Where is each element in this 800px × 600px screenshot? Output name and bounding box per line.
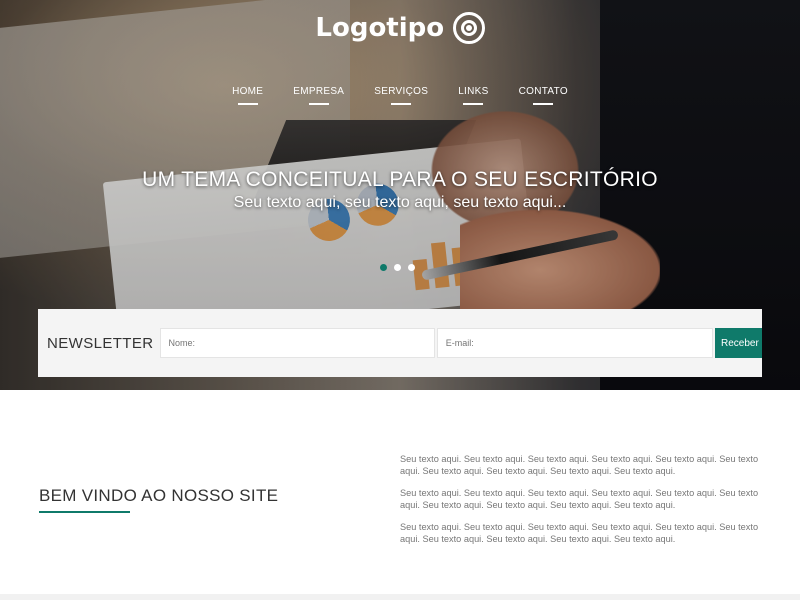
logo-text: Logotipo [315,13,445,43]
main-nav: HOME EMPRESA SERVIÇOS LINKS CONTATO [0,86,800,105]
nav-underline [391,103,412,105]
nav-underline [463,103,484,105]
nav-item-contato[interactable]: CONTATO [519,86,568,105]
nav-item-links[interactable]: LINKS [458,86,488,105]
newsletter-label: NEWSLETTER [47,334,154,352]
title-underline [39,511,130,513]
hero-title: UM TEMA CONCEITUAL PARA O SEU ESCRITÓRIO [142,168,658,191]
target-icon [452,12,485,44]
nav-item-label: HOME [232,86,264,97]
nav-underline [308,103,329,105]
subscribe-button[interactable]: Receber [715,328,762,358]
paragraph: Seu texto aqui. Seu texto aqui. Seu text… [400,454,759,476]
nav-item-label: SERVIÇOS [374,86,429,97]
nav-underline [237,103,258,105]
nav-item-label: CONTATO [518,86,568,97]
nav-underline [533,103,554,105]
slider-dot[interactable] [380,264,387,271]
nav-item-empresa[interactable]: EMPRESA [293,86,344,105]
nav-item-home[interactable]: HOME [232,86,263,105]
slider-dot[interactable] [394,264,401,271]
paragraph: Seu texto aqui. Seu texto aqui. Seu text… [400,522,759,544]
newsletter-bar: NEWSLETTER Receber [38,309,762,377]
welcome-text: Seu texto aqui. Seu texto aqui. Seu text… [400,453,762,555]
hero-subtitle: Seu texto aqui, seu texto aqui, seu text… [233,194,567,211]
site-logo[interactable]: Logotipo [0,12,800,44]
footer-strip [0,594,800,600]
nav-item-label: EMPRESA [293,86,345,97]
nav-item-label: LINKS [458,86,489,97]
welcome-title: BEM VINDO AO NOSSO SITE [39,486,279,505]
email-input[interactable] [436,328,713,358]
name-input[interactable] [159,328,435,358]
paragraph: Seu texto aqui. Seu texto aqui. Seu text… [400,488,759,510]
slider-dot[interactable] [408,264,415,271]
nav-item-servicos[interactable]: SERVIÇOS [374,86,428,105]
slider-dots [380,264,415,271]
